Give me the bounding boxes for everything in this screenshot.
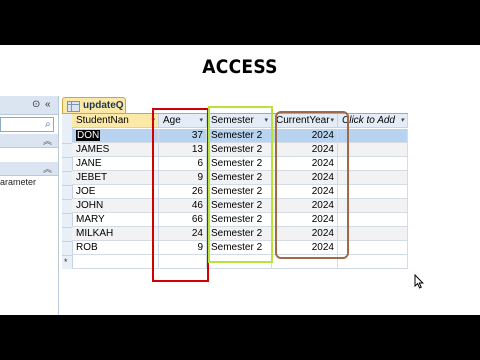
record-selector[interactable] (62, 199, 72, 214)
nav-group-queries[interactable]: ︽ (0, 162, 58, 176)
cell-studentname[interactable]: MILKAH (72, 227, 159, 241)
record-selector[interactable] (62, 143, 72, 158)
nav-dropdown-icon[interactable]: ⊙ (32, 99, 40, 110)
nav-pane-header: ⊙ « (0, 96, 58, 115)
cell-studentname[interactable]: JOE (72, 185, 159, 199)
mouse-pointer-icon (414, 274, 424, 289)
tab-updateq[interactable]: updateQ (62, 97, 126, 114)
cell-value: JANE (76, 158, 102, 169)
column-header-label: StudentNan (76, 115, 129, 126)
sort-filter-arrow-icon[interactable]: ▾ (400, 114, 404, 127)
query-datasheet-icon (67, 101, 80, 112)
cell-value: MILKAH (76, 228, 114, 239)
cell-studentname[interactable]: JAMES (72, 143, 159, 157)
navigation-pane: ⊙ « ⌕ ︽ ︽ arameter (0, 96, 59, 315)
cell-value: ROB (76, 242, 98, 253)
currentyear-highlight-box (275, 111, 349, 259)
age-highlight-box (152, 108, 209, 282)
record-selector[interactable] (62, 157, 72, 172)
column-header-studentname[interactable]: StudentNan ▾ (72, 114, 159, 128)
record-selector[interactable] (62, 213, 72, 228)
record-selector[interactable] (62, 129, 72, 144)
record-selector[interactable] (62, 185, 72, 200)
nav-search-input[interactable]: ⌕ (0, 117, 54, 132)
nav-collapse-icon[interactable]: « (45, 99, 51, 110)
record-selector[interactable] (62, 227, 72, 242)
cell-value: JAMES (76, 144, 110, 155)
tab-label: updateQ (83, 100, 124, 111)
cell-studentname[interactable]: ROB (72, 241, 159, 255)
cell-studentname[interactable] (72, 255, 159, 269)
cell-value: MARY (76, 214, 105, 225)
chevron-up-icon: ︽ (42, 136, 52, 146)
nav-group-tables[interactable]: ︽ (0, 134, 58, 148)
cell-studentname[interactable]: JANE (72, 157, 159, 171)
cell-studentname[interactable]: JOHN (72, 199, 159, 213)
cell-studentname[interactable]: DON (72, 129, 159, 143)
cell-studentname[interactable]: MARY (72, 213, 159, 227)
semester-highlight-box (208, 106, 273, 263)
record-selector[interactable] (62, 241, 72, 256)
chevron-up-icon: ︽ (42, 164, 52, 174)
cell-studentname[interactable]: JEBET (72, 171, 159, 185)
cell-value: JOE (76, 186, 96, 197)
search-icon[interactable]: ⌕ (45, 119, 51, 130)
new-record-marker[interactable]: * (64, 257, 68, 267)
cell-value: JEBET (76, 172, 108, 183)
cell-click-to-add[interactable] (338, 255, 408, 269)
video-title: UPDATE QUERIES USING MICROSOFT ACCESS (59, 12, 421, 78)
cell-value: DON (76, 130, 101, 141)
nav-item-parameter-query[interactable]: arameter (0, 177, 36, 187)
record-selector[interactable] (62, 171, 72, 186)
cell-value: JOHN (76, 200, 104, 211)
column-header-label: Click to Add (342, 115, 395, 126)
